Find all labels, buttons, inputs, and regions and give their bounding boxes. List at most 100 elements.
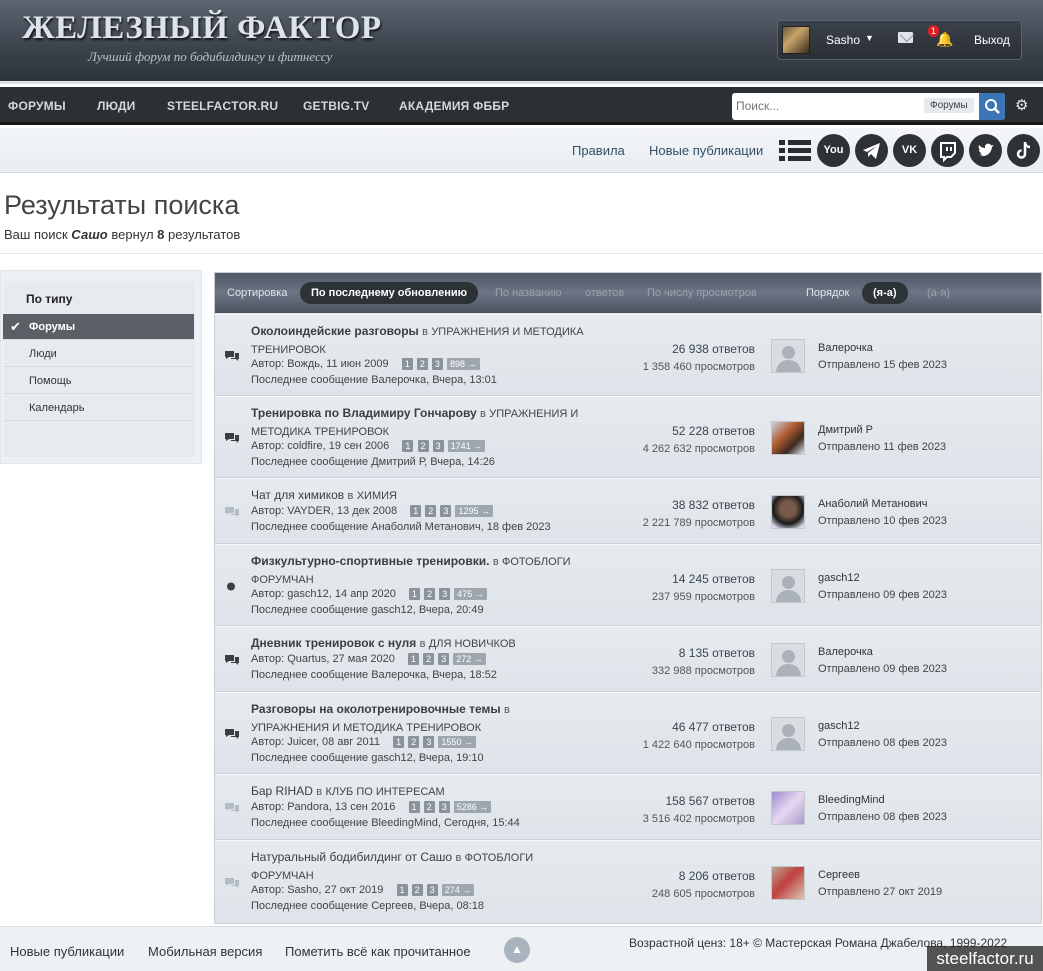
page-link[interactable]: 3 [431, 358, 443, 370]
last-page-link[interactable]: 5286 → [453, 801, 492, 813]
page-link[interactable]: 2 [424, 588, 436, 600]
page-link[interactable]: 1 [396, 884, 408, 896]
avatar[interactable] [771, 643, 805, 677]
result-row[interactable]: Чат для химиков в ХИМИЯ Автор: VAYDER, 1… [215, 478, 1041, 544]
sidebar-item-calendar[interactable]: Календарь [3, 395, 194, 421]
twitter-icon[interactable] [969, 134, 1002, 167]
page-link[interactable]: 3 [438, 801, 450, 813]
sort-option-title[interactable]: По названию [495, 287, 562, 299]
tiktok-icon[interactable] [1007, 134, 1040, 167]
avatar[interactable] [771, 421, 805, 455]
page-link[interactable]: 2 [408, 736, 420, 748]
last-page-link[interactable]: 475 → [454, 588, 487, 600]
page-link[interactable]: 3 [439, 588, 451, 600]
forum-link[interactable]: УПРАЖНЕНИЯ И МЕТОДИКА ТРЕНИРОВОК [251, 722, 481, 734]
thread-title-link[interactable]: Физкультурно-спортивные тренировки. [251, 554, 489, 568]
page-link[interactable]: 2 [425, 505, 437, 517]
result-row[interactable]: Тренировка по Владимиру Гончарову в УПРА… [215, 396, 1041, 478]
footer-mark-read-link[interactable]: Пометить всё как прочитанное [285, 944, 471, 959]
nav-item-steelfactor[interactable]: STEELFACTOR.RU [167, 99, 278, 113]
mail-icon[interactable] [898, 32, 913, 43]
chevron-down-icon[interactable]: ▼ [865, 33, 874, 43]
page-link[interactable]: 2 [423, 653, 435, 665]
last-poster-link[interactable]: gasch12 [818, 720, 860, 732]
footer-new-posts-link[interactable]: Новые публикации [10, 944, 124, 959]
thread-title-link[interactable]: Чат для химиков [251, 488, 344, 502]
page-link[interactable]: 2 [416, 358, 428, 370]
user-name-menu[interactable]: Sasho [826, 33, 860, 47]
result-row[interactable]: Физкультурно-спортивные тренировки. в ФО… [215, 544, 1041, 626]
last-poster-link[interactable]: Анаболий Метанович [818, 498, 927, 510]
forum-link[interactable]: ХИМИЯ [357, 490, 397, 502]
avatar[interactable] [771, 717, 805, 751]
new-posts-link[interactable]: Новые публикации [649, 143, 763, 158]
last-poster-link[interactable]: Сергеев [818, 869, 860, 881]
page-link[interactable]: 3 [432, 440, 444, 452]
page-link[interactable]: 1 [402, 440, 414, 452]
footer-mobile-link[interactable]: Мобильная версия [148, 944, 262, 959]
result-row[interactable]: Бар RIHAD в КЛУБ ПО ИНТЕРЕСАМ Автор: Pan… [215, 774, 1041, 840]
last-poster-link[interactable]: Валерочка [818, 646, 873, 658]
sidebar-item-help[interactable]: Помощь [3, 368, 194, 394]
result-row[interactable]: Околоиндейские разговоры в УПРАЖНЕНИЯ И … [215, 314, 1041, 396]
order-option-desc[interactable]: (я-а) [862, 282, 908, 304]
vk-icon[interactable]: VK [893, 134, 926, 167]
page-link[interactable]: 2 [411, 884, 423, 896]
thread-title-link[interactable]: Разговоры на околотренировочные темы [251, 702, 501, 716]
sidebar-item-people[interactable]: Люди [3, 341, 194, 367]
last-page-link[interactable]: 898 → [446, 358, 480, 370]
search-scope[interactable]: Форумы [924, 98, 974, 113]
result-row[interactable]: Разговоры на околотренировочные темы в У… [215, 692, 1041, 774]
site-logo-title[interactable]: ЖЕЛЕЗНЫЙ ФАКТОР [22, 10, 382, 47]
page-link[interactable]: 2 [417, 440, 429, 452]
list-view-icon[interactable] [779, 138, 811, 162]
youtube-icon[interactable]: You [817, 134, 850, 167]
result-row[interactable]: Натуральный бодибилдинг от Сашо в ФОТОБЛ… [215, 840, 1041, 924]
nav-item-forums[interactable]: ФОРУМЫ [8, 99, 66, 113]
nav-item-people[interactable]: ЛЮДИ [97, 99, 135, 113]
logout-button[interactable]: Выход [974, 33, 1010, 47]
forum-link[interactable]: КЛУБ ПО ИНТЕРЕСАМ [325, 786, 444, 798]
page-link[interactable]: 3 [440, 505, 452, 517]
page-link[interactable]: 3 [423, 736, 435, 748]
search-input[interactable] [736, 97, 921, 115]
thread-title-link[interactable]: Дневник тренировок с нуля [251, 636, 416, 650]
page-link[interactable]: 1 [408, 801, 420, 813]
twitch-icon[interactable] [931, 134, 964, 167]
avatar[interactable] [771, 339, 805, 373]
last-page-link[interactable]: 274 → [441, 884, 475, 896]
avatar[interactable] [771, 791, 805, 825]
search-button[interactable] [979, 93, 1005, 120]
page-link[interactable]: 1 [410, 505, 422, 517]
page-link[interactable]: 1 [393, 736, 405, 748]
nav-item-getbig[interactable]: GETBIG.TV [303, 99, 369, 113]
page-link[interactable]: 1 [401, 358, 413, 370]
last-page-link[interactable]: 272 → [453, 653, 486, 665]
thread-title-link[interactable]: Бар RIHAD [251, 784, 313, 798]
page-link[interactable]: 3 [438, 653, 450, 665]
rules-link[interactable]: Правила [572, 143, 625, 158]
last-page-link[interactable]: 1550 → [438, 736, 476, 748]
last-poster-link[interactable]: BleedingMind [818, 794, 885, 806]
last-page-link[interactable]: 1295 → [455, 505, 493, 517]
last-poster-link[interactable]: Валерочка [818, 342, 873, 354]
page-link[interactable]: 3 [426, 884, 438, 896]
last-page-link[interactable]: 1741 → [447, 440, 486, 452]
avatar[interactable] [771, 866, 805, 900]
thread-title-link[interactable]: Натуральный бодибилдинг от Сашо [251, 850, 452, 864]
scroll-top-button[interactable]: ▲ [504, 937, 530, 963]
thread-title-link[interactable]: Тренировка по Владимиру Гончарову [251, 406, 477, 420]
last-poster-link[interactable]: Дмитрий Р [818, 424, 873, 436]
thread-title-link[interactable]: Околоиндейские разговоры [251, 324, 419, 338]
nav-item-academy[interactable]: АКАДЕМИЯ ФББР [399, 99, 509, 113]
sort-option-views[interactable]: По числу просмотров [647, 287, 757, 299]
avatar[interactable] [771, 569, 805, 603]
bell-icon[interactable]: 🔔 [936, 31, 953, 48]
user-avatar[interactable] [782, 26, 810, 54]
page-link[interactable]: 1 [408, 653, 420, 665]
last-poster-link[interactable]: gasch12 [818, 572, 860, 584]
forum-link[interactable]: ДЛЯ НОВИЧКОВ [429, 638, 516, 650]
sort-option-replies[interactable]: ответов [585, 287, 624, 299]
page-link[interactable]: 1 [409, 588, 421, 600]
avatar[interactable] [771, 495, 805, 529]
